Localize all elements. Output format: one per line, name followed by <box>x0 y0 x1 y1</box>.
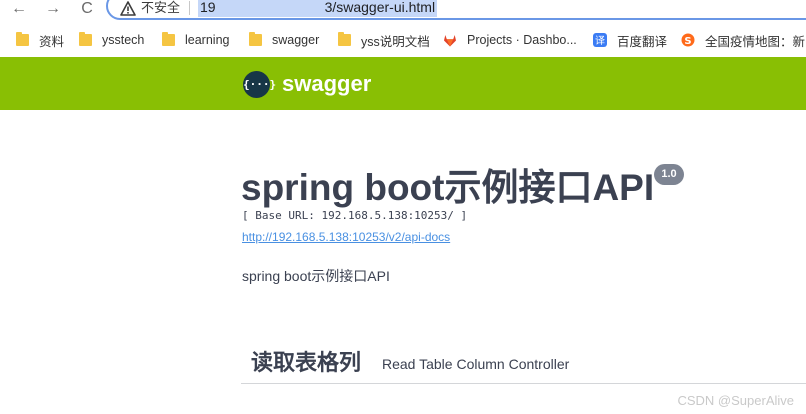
url-divider <box>189 1 190 15</box>
folder-icon <box>79 32 92 46</box>
folder-icon <box>16 32 29 46</box>
browser-toolbar: ← → C 不安全 19 3/swagger-ui.html <box>0 0 806 22</box>
bookmark-label: 全国疫情地图：新... <box>705 34 806 49</box>
bookmark-item[interactable]: learning <box>162 28 229 52</box>
bookmark-item[interactable]: Projects · Dashbo... <box>443 28 577 52</box>
bookmark-item[interactable]: S 全国疫情地图：新... <box>681 28 806 52</box>
bookmark-label: ysstech <box>102 33 145 47</box>
bookmark-item[interactable]: 译 百度翻译 <box>593 28 667 52</box>
tag-description: Read Table Column Controller <box>382 356 570 372</box>
bookmark-label: yss说明文档 <box>361 34 430 49</box>
forward-button[interactable]: → <box>42 0 64 20</box>
page-title: spring boot示例接口API <box>241 167 655 208</box>
bookmark-label: 资料 <box>39 34 65 49</box>
base-url: [ Base URL: 192.168.5.138:10253/ ] <box>242 209 468 222</box>
bookmark-label: swagger <box>272 33 320 47</box>
swagger-topbar: {···} swagger <box>0 57 806 110</box>
folder-icon <box>338 32 351 46</box>
bookmark-item[interactable]: swagger <box>249 28 319 52</box>
browser-chrome: ← → C 不安全 19 3/swagger-ui.html 资料 ysstec… <box>0 0 806 57</box>
api-description: spring boot示例接口API <box>242 268 390 284</box>
bookmark-label: 百度翻译 <box>617 34 668 49</box>
swagger-logo-icon[interactable]: {···} <box>243 71 276 98</box>
bookmark-item[interactable]: 资料 <box>16 28 64 52</box>
folder-icon <box>249 32 262 46</box>
tag-section-header[interactable]: 读取表格列 Read Table Column Controller <box>241 342 806 384</box>
svg-text:译: 译 <box>595 35 605 47</box>
url-text[interactable]: 19 3/swagger-ui.html <box>198 0 438 17</box>
svg-text:S: S <box>684 36 691 47</box>
swagger-info-section: spring boot示例接口API 1.0 [ Base URL: 192.1… <box>0 110 806 414</box>
security-status[interactable]: 不安全 <box>141 0 180 16</box>
gitlab-icon <box>444 34 456 46</box>
folder-icon <box>162 32 175 46</box>
watermark: CSDN @SuperAlive <box>677 393 794 408</box>
baidu-translate-icon: 译 <box>593 33 607 47</box>
swagger-brand-name[interactable]: swagger <box>282 69 371 99</box>
bookmark-item[interactable]: ysstech <box>79 28 144 52</box>
bookmarks-bar: 资料 ysstech learning swagger yss说明文档 Proj… <box>0 28 806 52</box>
bookmark-label: Projects · Dashbo... <box>467 33 577 47</box>
tag-name[interactable]: 读取表格列 <box>251 348 361 378</box>
bookmark-label: learning <box>185 33 230 47</box>
version-badge: 1.0 <box>654 164 684 185</box>
api-docs-link[interactable]: http://192.168.5.138:10253/v2/api-docs <box>242 230 450 245</box>
bookmark-item[interactable]: yss说明文档 <box>338 28 430 52</box>
warning-icon[interactable] <box>120 1 136 17</box>
reload-button[interactable]: C <box>76 0 98 20</box>
back-button[interactable]: ← <box>8 0 30 20</box>
sogou-icon: S <box>681 33 695 47</box>
